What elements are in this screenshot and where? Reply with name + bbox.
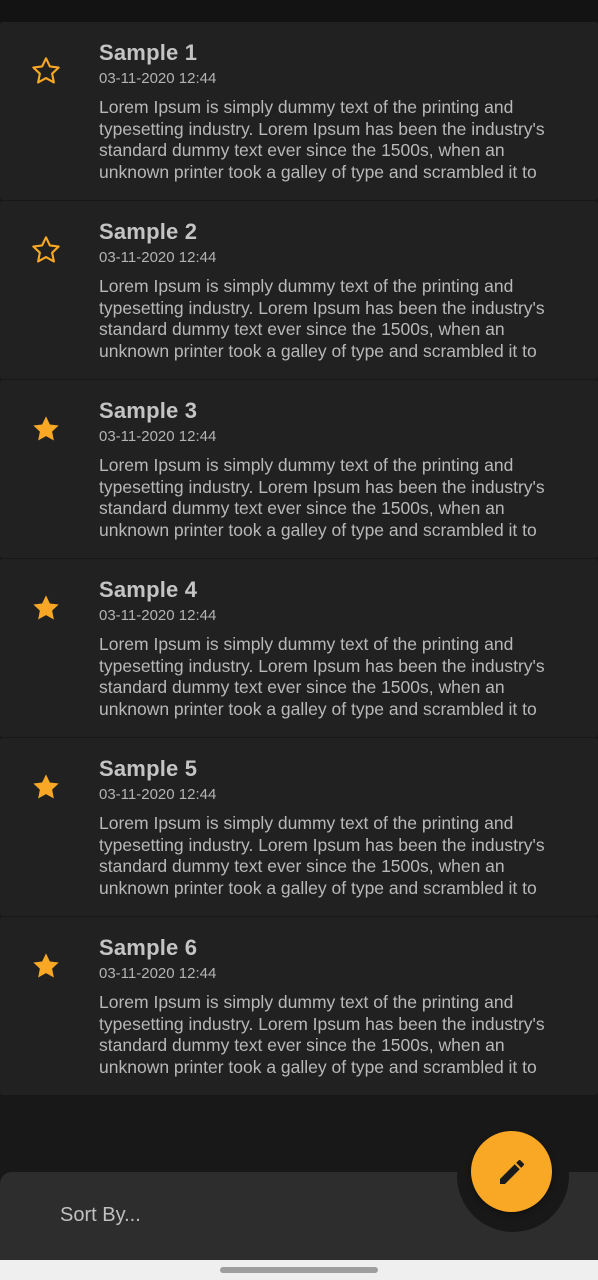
note-card[interactable]: Sample 2 03-11-2020 12:44 Lorem Ipsum is… xyxy=(0,201,598,379)
edit-icon xyxy=(499,1159,524,1184)
star-filled-icon[interactable] xyxy=(30,771,62,803)
note-body: Lorem Ipsum is simply dummy text of the … xyxy=(99,813,545,898)
note-card[interactable]: Sample 5 03-11-2020 12:44 Lorem Ipsum is… xyxy=(0,738,598,916)
top-strip xyxy=(0,0,598,22)
gesture-handle[interactable] xyxy=(220,1267,378,1273)
note-body: Lorem Ipsum is simply dummy text of the … xyxy=(99,276,545,361)
note-date: 03-11-2020 12:44 xyxy=(99,70,217,87)
star-outline-icon[interactable] xyxy=(30,55,62,87)
star-filled-icon[interactable] xyxy=(30,592,62,624)
note-title: Sample 2 xyxy=(99,219,198,244)
note-title: Sample 5 xyxy=(99,756,198,781)
edit-fab-button[interactable] xyxy=(471,1131,552,1212)
note-title: Sample 1 xyxy=(99,40,198,65)
note-date: 03-11-2020 12:44 xyxy=(99,786,217,803)
star-outline-icon[interactable] xyxy=(30,234,62,266)
note-title: Sample 4 xyxy=(99,577,198,602)
note-card[interactable]: Sample 3 03-11-2020 12:44 Lorem Ipsum is… xyxy=(0,380,598,558)
note-card[interactable]: Sample 4 03-11-2020 12:44 Lorem Ipsum is… xyxy=(0,559,598,737)
note-body: Lorem Ipsum is simply dummy text of the … xyxy=(99,634,545,719)
notes-list: Sample 1 03-11-2020 12:44 Lorem Ipsum is… xyxy=(0,22,598,1095)
note-date: 03-11-2020 12:44 xyxy=(99,428,217,445)
note-date: 03-11-2020 12:44 xyxy=(99,965,217,982)
star-filled-icon[interactable] xyxy=(30,413,62,445)
note-date: 03-11-2020 12:44 xyxy=(99,249,217,266)
note-title: Sample 3 xyxy=(99,398,198,423)
note-card[interactable]: Sample 6 03-11-2020 12:44 Lorem Ipsum is… xyxy=(0,917,598,1095)
note-body: Lorem Ipsum is simply dummy text of the … xyxy=(99,992,545,1077)
note-title: Sample 6 xyxy=(99,935,198,960)
note-body: Lorem Ipsum is simply dummy text of the … xyxy=(99,97,545,182)
star-filled-icon[interactable] xyxy=(30,950,62,982)
sort-by-button[interactable]: Sort By... xyxy=(60,1204,141,1227)
note-body: Lorem Ipsum is simply dummy text of the … xyxy=(99,455,545,540)
note-date: 03-11-2020 12:44 xyxy=(99,607,217,624)
note-card[interactable]: Sample 1 03-11-2020 12:44 Lorem Ipsum is… xyxy=(0,22,598,200)
